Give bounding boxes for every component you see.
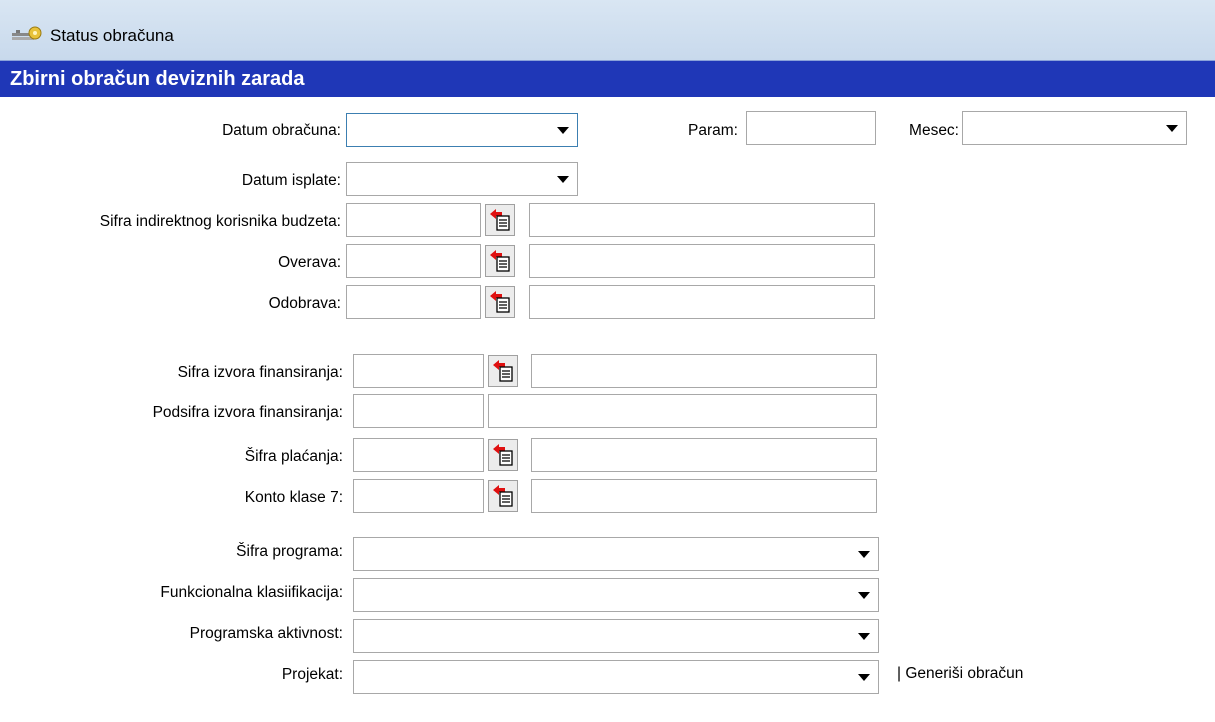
lookup-arrow-document-icon — [493, 444, 513, 466]
konto-klase-code-input[interactable] — [353, 479, 484, 513]
sifra-placanja-name-input[interactable] — [531, 438, 877, 472]
chevron-down-icon[interactable] — [557, 176, 569, 183]
sifra-placanja-lookup-button[interactable] — [488, 439, 518, 471]
podsifra-izvora-code-input[interactable] — [353, 394, 484, 428]
chevron-down-icon[interactable] — [858, 551, 870, 558]
funkcionalna-label: Funkcionalna klasiifikacija: — [160, 584, 343, 601]
podsifra-izvora-name-input[interactable] — [488, 394, 877, 428]
funkcionalna-combo[interactable] — [353, 578, 879, 612]
chevron-down-icon[interactable] — [858, 633, 870, 640]
programska-combo[interactable] — [353, 619, 879, 653]
window-title: Status obračuna — [50, 26, 174, 45]
lookup-arrow-document-icon — [493, 485, 513, 507]
overava-lookup-button[interactable] — [485, 245, 515, 277]
odobrava-name-input[interactable] — [529, 285, 875, 319]
lookup-arrow-document-icon — [490, 250, 510, 272]
param-label: Param: — [688, 122, 738, 139]
konto-klase-label: Konto klase 7: — [244, 489, 343, 506]
datum-obracuna-label: Datum obračuna: — [222, 122, 341, 139]
odobrava-code-input[interactable] — [346, 285, 481, 319]
mesec-combo[interactable] — [962, 111, 1187, 145]
sifra-korisnika-lookup-button[interactable] — [485, 204, 515, 236]
sifra-programa-combo[interactable] — [353, 537, 879, 571]
lookup-arrow-document-icon — [490, 291, 510, 313]
projekat-label: Projekat: — [281, 666, 343, 683]
sifra-programa-label: Šifra programa: — [236, 543, 343, 560]
sifra-korisnika-code-input[interactable] — [346, 203, 481, 237]
keys-icon — [12, 26, 42, 40]
sifra-izvora-name-input[interactable] — [531, 354, 877, 388]
sifra-korisnika-name-input[interactable] — [529, 203, 875, 237]
sifra-placanja-label: Šifra plaćanja: — [244, 448, 343, 465]
param-input[interactable] — [746, 111, 876, 145]
chevron-down-icon[interactable] — [557, 127, 569, 134]
projekat-combo[interactable] — [353, 660, 879, 694]
konto-klase-lookup-button[interactable] — [488, 480, 518, 512]
generisi-obracun-link[interactable]: | Generiši obračun — [897, 665, 1023, 683]
lookup-arrow-document-icon — [493, 360, 513, 382]
chevron-down-icon[interactable] — [858, 674, 870, 681]
window-titlebar: Status obračuna — [0, 0, 1215, 60]
overava-label: Overava: — [278, 254, 341, 271]
sifra-korisnika-label: Sifra indirektnog korisnika budzeta: — [99, 213, 341, 230]
podsifra-izvora-label: Podsifra izvora finansiranja: — [152, 404, 343, 421]
konto-klase-name-input[interactable] — [531, 479, 877, 513]
datum-isplate-label: Datum isplate: — [241, 172, 341, 189]
mesec-label: Mesec: — [909, 122, 959, 139]
sifra-izvora-code-input[interactable] — [353, 354, 484, 388]
sifra-izvora-label: Sifra izvora finansiranja: — [177, 364, 343, 381]
chevron-down-icon[interactable] — [1166, 125, 1178, 132]
form-title: Zbirni obračun deviznih zarada — [10, 68, 305, 90]
overava-name-input[interactable] — [529, 244, 875, 278]
programska-label: Programska aktivnost: — [189, 625, 343, 642]
lookup-arrow-document-icon — [490, 209, 510, 231]
datum-isplate-combo[interactable] — [346, 162, 578, 196]
odobrava-lookup-button[interactable] — [485, 286, 515, 318]
chevron-down-icon[interactable] — [858, 592, 870, 599]
form-header: Zbirni obračun deviznih zarada — [0, 60, 1215, 97]
overava-code-input[interactable] — [346, 244, 481, 278]
sifra-izvora-lookup-button[interactable] — [488, 355, 518, 387]
odobrava-label: Odobrava: — [268, 295, 341, 312]
datum-obracuna-combo[interactable] — [346, 113, 578, 147]
sifra-placanja-code-input[interactable] — [353, 438, 484, 472]
